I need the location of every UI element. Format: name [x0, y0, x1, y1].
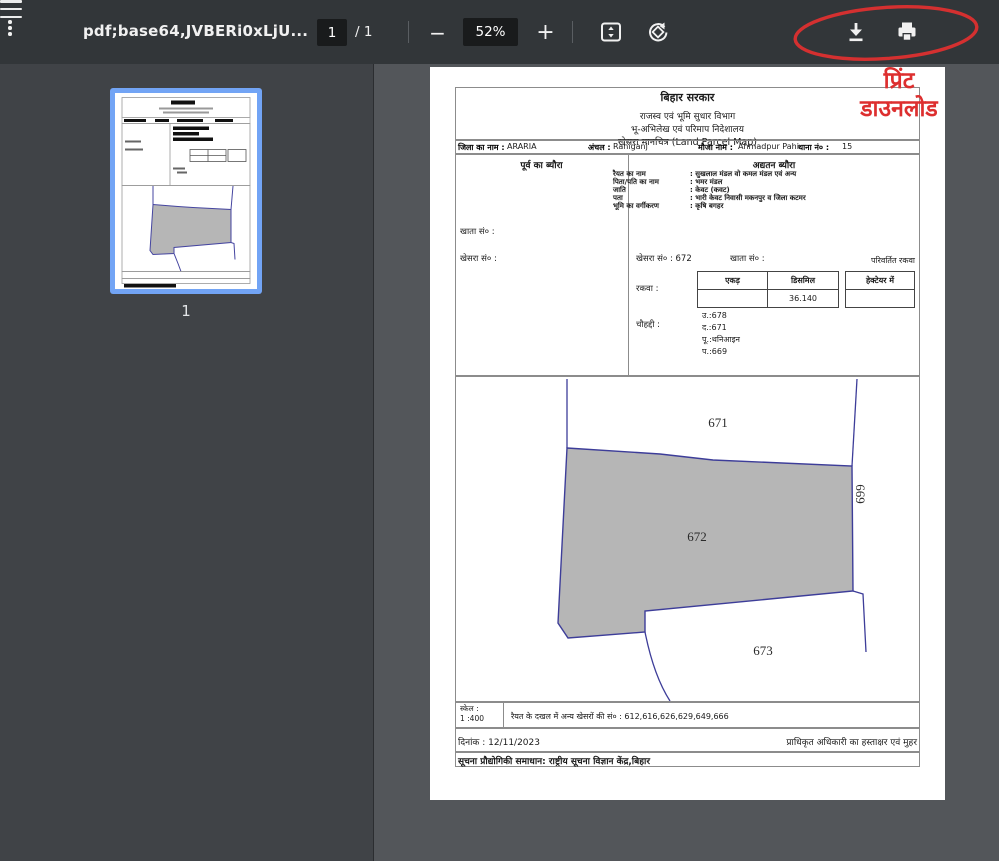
- thumbnail-mini-map: [115, 93, 257, 289]
- boundary-north: उ.:678: [702, 310, 740, 322]
- father-name-value: : भमर मंडल: [690, 178, 722, 186]
- zoom-level-input[interactable]: 52%: [463, 18, 518, 46]
- it-solution-label: सूचना प्रौद्योगिकी समाधान: राष्ट्रीय सूच…: [458, 754, 650, 767]
- area-col-acre: एकड़: [698, 272, 768, 290]
- previous-details-header: पूर्व का ब्यौरा: [455, 158, 628, 171]
- pdf-page: बिहार सरकार राजस्व एवं भूमि सुधार विभाग …: [430, 67, 945, 800]
- download-icon: [843, 19, 869, 45]
- caste-value: : केवट (कवट): [690, 186, 730, 194]
- plot-669-label: 669: [853, 484, 868, 504]
- land-class-value: : कृषि बगहर: [690, 202, 723, 210]
- zoom-out-button[interactable]: −: [424, 19, 451, 46]
- pdf-viewer-window: pdf;base64,JVBERi0xLjU... 1 / 1 − 52% +: [0, 0, 999, 861]
- khesra-number: खेसरा सं० : 672: [636, 253, 692, 264]
- thumbnail-sidebar: 1: [0, 64, 374, 861]
- tenant-name-label: रैयत का नाम: [613, 170, 646, 178]
- date-value: दिनांक : 12/11/2023: [458, 735, 540, 748]
- thumbnail-page-number: 1: [110, 302, 262, 320]
- red-caption-annotation: प्रिंट डाउनलोड: [824, 67, 974, 123]
- scale-value: 1 :400: [460, 714, 484, 723]
- document-title: pdf;base64,JVBERi0xLjU...: [83, 22, 308, 40]
- page-count-label: / 1: [355, 24, 372, 40]
- area-acre-value: [698, 290, 768, 307]
- khata-number-label: खाता सं० :: [730, 253, 765, 264]
- address-label: पता: [613, 194, 623, 202]
- print-icon: [894, 19, 920, 45]
- land-class-label: भूमि का वर्गीकरण: [613, 202, 659, 210]
- thana-value: 15: [842, 142, 852, 151]
- doc-header-directorate: भू-अभिलेख एवं परिमाप निदेशालय: [456, 122, 919, 135]
- pdf-toolbar: pdf;base64,JVBERi0xLjU... 1 / 1 − 52% +: [0, 0, 999, 64]
- plot-671-label: 671: [708, 415, 728, 430]
- rotate-button[interactable]: [645, 19, 671, 45]
- circle-value: Raniganj: [613, 142, 648, 151]
- area-col-dismil: डिसमिल: [768, 272, 838, 290]
- rotate-icon: [645, 19, 671, 45]
- rakwa-label: रकवा :: [636, 283, 659, 294]
- toolbar-divider: [572, 21, 573, 43]
- scale-note-divider: [503, 702, 504, 728]
- area-hectare-value: [846, 290, 914, 307]
- district-value: ARARIA: [507, 142, 537, 151]
- mauja-label: मौजा नाम :: [698, 142, 733, 153]
- plot-672-label: 672: [687, 529, 707, 544]
- thana-label: थाना नं० :: [798, 142, 829, 153]
- area-dismil-value: 36.140: [768, 290, 838, 307]
- zoom-in-button[interactable]: +: [532, 19, 559, 46]
- scale-label: स्केल :: [460, 704, 479, 714]
- page-thumbnail-preview: [115, 93, 257, 289]
- boundaries-list: उ.:678 द.:671 पू.:थनिआइन प.:669: [702, 310, 740, 358]
- fit-to-page-icon: [598, 19, 624, 45]
- district-label: जिला का नाम :: [458, 142, 505, 153]
- red-caption-line2: डाउनलोड: [824, 95, 974, 123]
- boundary-east: पू.:थनिआइन: [702, 334, 740, 346]
- download-button[interactable]: [843, 19, 869, 45]
- address-value: : भारी केवट निवासी मकनपुर व जिला कटमर: [690, 194, 806, 202]
- area-col-hectare: हेक्टेयर में: [846, 272, 914, 290]
- caste-label: जाति: [613, 186, 626, 194]
- father-name-label: पिता/पति का नाम: [613, 178, 659, 186]
- parcel-map-box: 671 672 673 669: [455, 376, 920, 702]
- doc-details-divider: [628, 154, 629, 376]
- tenant-name-value: : सुखलाल मंडल वो कमल मंडल एवं अन्य: [690, 170, 796, 178]
- left-khata-label: खाता सं० :: [460, 226, 495, 237]
- print-button[interactable]: [894, 19, 920, 45]
- mauja-value: Ahmadpur Pahi: [738, 142, 799, 151]
- page-number-input[interactable]: 1: [317, 19, 347, 46]
- hectare-table: हेक्टेयर में: [845, 271, 915, 308]
- boundary-west: प.:669: [702, 346, 740, 358]
- circle-label: अंचल :: [588, 142, 611, 153]
- parcel-map: 671 672 673 669: [456, 377, 919, 701]
- page-thumbnail[interactable]: [110, 88, 262, 294]
- other-khesra-note: रैयत के दखल में अन्य खेसरों की सं० : 612…: [511, 711, 729, 722]
- red-caption-line1: प्रिंट: [824, 67, 974, 95]
- toolbar-divider: [408, 21, 409, 43]
- boundary-south: द.:671: [702, 322, 740, 334]
- converted-area-label: परिवर्तित रकवा: [830, 255, 915, 266]
- chauhaddi-label: चौहद्दी :: [636, 319, 660, 330]
- signature-label: प्राधिकृत अधिकारी का हस्ताक्षर एवं मुहर: [630, 735, 917, 748]
- fit-to-page-button[interactable]: [598, 19, 624, 45]
- plot-673-label: 673: [753, 643, 773, 658]
- menu-icon[interactable]: [0, 0, 22, 18]
- left-khesra-label: खेसरा सं० :: [460, 253, 497, 264]
- more-options-button[interactable]: [0, 18, 20, 38]
- area-table: एकड़ डिसमिल 36.140: [697, 271, 839, 308]
